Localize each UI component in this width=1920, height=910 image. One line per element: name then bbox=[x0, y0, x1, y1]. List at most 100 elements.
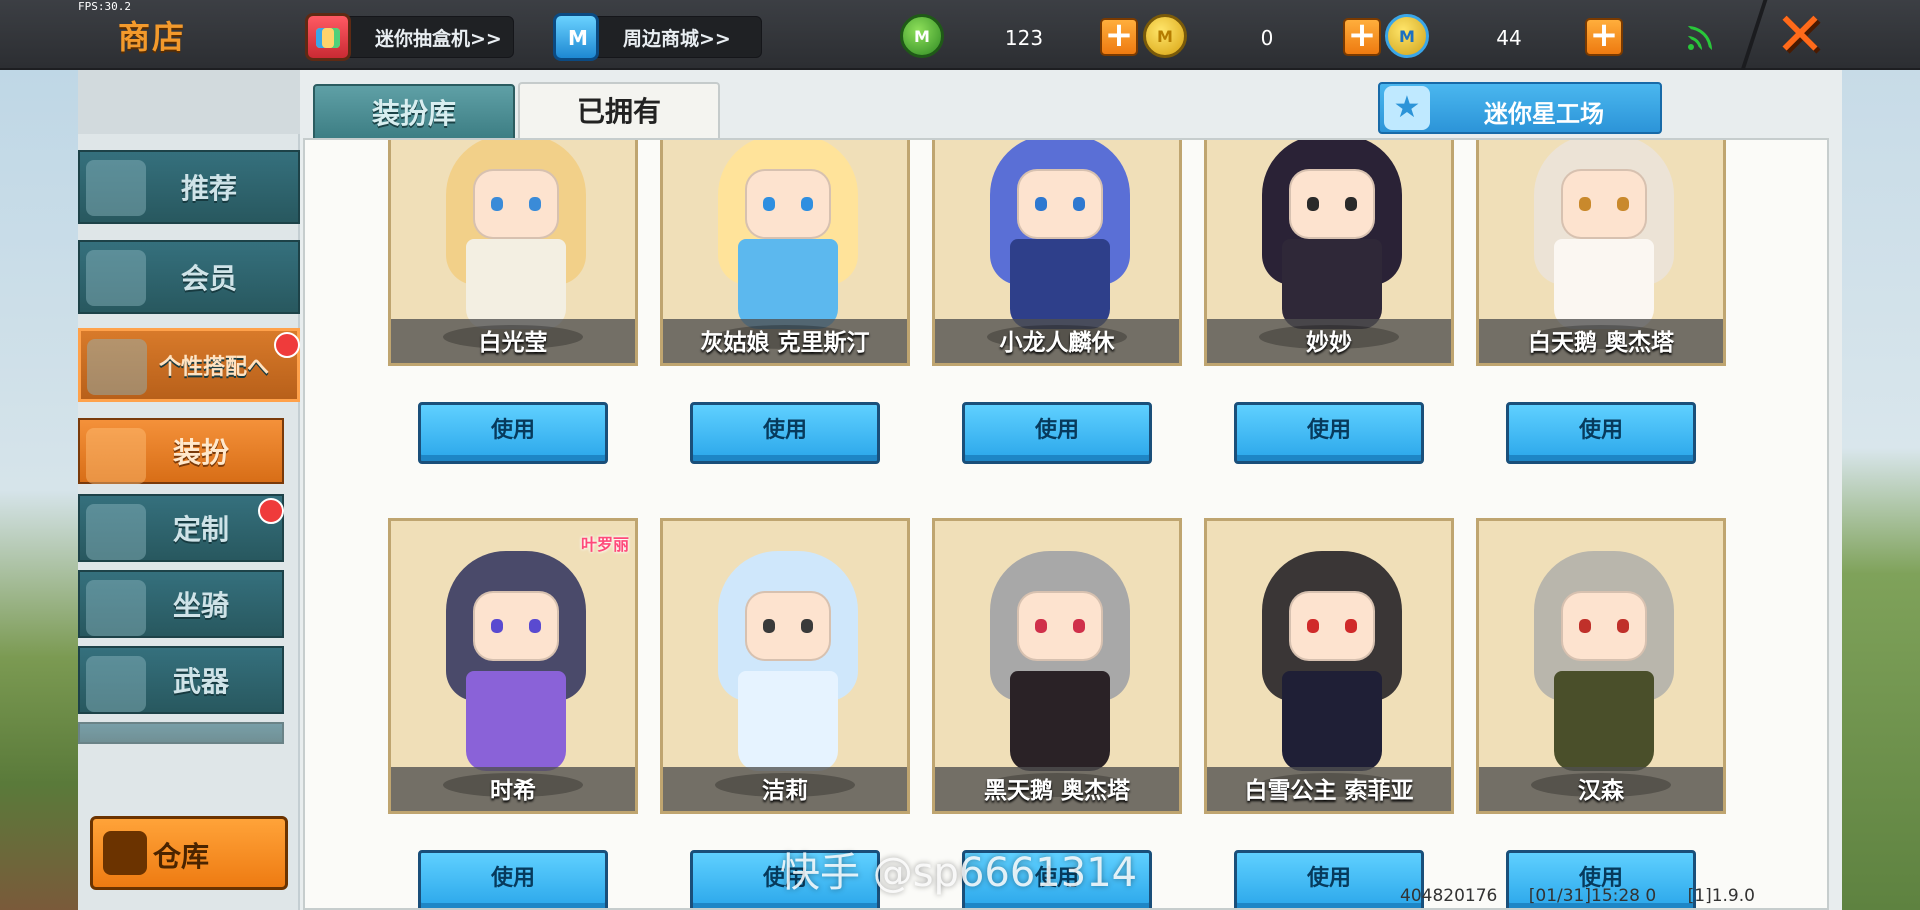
skin-card[interactable]: 白雪公主 索菲亚 bbox=[1204, 518, 1454, 814]
page-title: 商店 bbox=[118, 18, 187, 56]
character-portrait bbox=[1479, 140, 1723, 329]
add-currency-button[interactable]: + bbox=[1100, 18, 1138, 56]
skin-card[interactable]: 叶罗丽 时希 bbox=[388, 518, 638, 814]
add-currency-button[interactable]: + bbox=[1343, 18, 1381, 56]
skin-card[interactable]: 灰姑娘 克里斯汀 bbox=[660, 140, 910, 366]
sidebar-item-label: 坐骑 bbox=[172, 589, 229, 622]
character-portrait bbox=[935, 521, 1179, 773]
character-body bbox=[1282, 239, 1382, 329]
sidebar-item-weapons[interactable]: 武器 bbox=[78, 646, 284, 714]
divider bbox=[1740, 0, 1768, 70]
character-portrait bbox=[391, 140, 635, 329]
character-body bbox=[466, 671, 566, 771]
notification-dot bbox=[274, 332, 300, 358]
sidebar-item-personal-style[interactable]: 个性搭配へ bbox=[78, 328, 300, 402]
character-portrait bbox=[1207, 140, 1451, 329]
skin-name: 白雪公主 索菲亚 bbox=[1244, 778, 1414, 804]
skin-card[interactable]: 洁莉 bbox=[660, 518, 910, 814]
sidebar: 推荐 会员 个性搭配へ 装扮 定制 坐骑 武器 仓库 bbox=[78, 70, 300, 910]
star-icon: ★ bbox=[1384, 86, 1430, 130]
sidebar-item-label: 个性搭配へ bbox=[158, 355, 269, 380]
character-body bbox=[738, 239, 838, 329]
sidebar-item-mounts[interactable]: 坐骑 bbox=[78, 570, 284, 638]
character-body bbox=[1010, 671, 1110, 771]
green-coin-icon: M bbox=[900, 14, 944, 58]
character-eyes bbox=[487, 197, 545, 211]
star-coin-icon: M bbox=[1385, 14, 1429, 58]
skin-card[interactable]: 白光莹 bbox=[388, 140, 638, 366]
character-body bbox=[1554, 239, 1654, 329]
add-currency-button[interactable]: + bbox=[1585, 18, 1623, 56]
skin-card[interactable]: 小龙人麟休 bbox=[932, 140, 1182, 366]
notification-dot bbox=[258, 498, 284, 524]
character-eyes bbox=[1031, 619, 1089, 633]
sidebar-item-outfits[interactable]: 装扮 bbox=[78, 418, 284, 484]
skin-card[interactable]: 妙妙 bbox=[1204, 140, 1454, 366]
character-body bbox=[1010, 239, 1110, 329]
mini-star-workshop-button[interactable]: ★ 迷你星工场 bbox=[1378, 82, 1662, 134]
sidebar-item-custom[interactable]: 定制 bbox=[78, 494, 284, 562]
sidebar-item-label: 会员 bbox=[180, 262, 237, 295]
skin-name: 白光莹 bbox=[478, 330, 548, 356]
sidebar-item-recommend[interactable]: 推荐 bbox=[78, 150, 300, 224]
sidebar-item-label: 定制 bbox=[172, 513, 229, 546]
workshop-label: 迷你星工场 bbox=[1484, 100, 1604, 128]
chest-icon bbox=[103, 831, 147, 875]
tab-owned[interactable]: 已拥有 bbox=[518, 82, 720, 140]
gacha-button[interactable]: 迷你抽盒机>> bbox=[305, 13, 514, 61]
skin-name: 白天鹅 奥杰塔 bbox=[1527, 330, 1674, 356]
skin-card[interactable]: 白天鹅 奥杰塔 bbox=[1476, 140, 1726, 366]
skin-name: 灰姑娘 克里斯汀 bbox=[700, 330, 870, 356]
sidebar-item-label: 武器 bbox=[172, 665, 229, 698]
use-button[interactable]: 使用 bbox=[690, 402, 880, 464]
skin-name: 妙妙 bbox=[1306, 330, 1352, 356]
shopping-bag-icon bbox=[553, 13, 599, 61]
currency-value: 0 bbox=[1260, 26, 1274, 50]
sidebar-item-partial[interactable] bbox=[78, 722, 284, 744]
use-button[interactable]: 使用 bbox=[962, 402, 1152, 464]
use-button[interactable]: 使用 bbox=[418, 850, 608, 908]
character-eyes bbox=[1031, 197, 1089, 211]
use-button[interactable]: 使用 bbox=[1506, 402, 1696, 464]
use-button[interactable]: 使用 bbox=[1234, 402, 1424, 464]
character-portrait bbox=[1207, 521, 1451, 773]
character-portrait bbox=[391, 521, 635, 773]
use-button[interactable]: 使用 bbox=[418, 402, 608, 464]
character-eyes bbox=[759, 197, 817, 211]
wifi-signal-icon bbox=[1688, 26, 1712, 50]
character-portrait bbox=[663, 140, 907, 329]
player-id: 404820176 bbox=[1400, 886, 1498, 906]
warehouse-button[interactable]: 仓库 bbox=[90, 816, 288, 890]
skin-name: 时希 bbox=[490, 778, 536, 804]
background-scenery-left bbox=[0, 70, 80, 910]
character-body bbox=[466, 239, 566, 329]
sidebar-header bbox=[78, 70, 300, 134]
character-eyes bbox=[1303, 619, 1361, 633]
character-portrait bbox=[935, 140, 1179, 329]
character-eyes bbox=[487, 619, 545, 633]
skin-card[interactable]: 汉森 bbox=[1476, 518, 1726, 814]
merch-mall-button[interactable]: 周边商城>> bbox=[553, 13, 762, 61]
sidebar-item-vip[interactable]: 会员 bbox=[78, 240, 300, 314]
character-eyes bbox=[1575, 197, 1633, 211]
skin-name: 洁莉 bbox=[762, 778, 808, 804]
top-bar: FPS:30.2 商店 迷你抽盒机>> 周边商城>> M 123 + M 0 +… bbox=[0, 0, 1920, 70]
warehouse-label: 仓库 bbox=[153, 840, 210, 873]
gold-coin-icon: M bbox=[1143, 14, 1187, 58]
character-body bbox=[1554, 671, 1654, 771]
skin-name: 汉森 bbox=[1578, 778, 1624, 804]
skin-name: 小龙人麟休 bbox=[999, 330, 1115, 356]
use-button[interactable]: 使用 bbox=[1234, 850, 1424, 908]
skin-card[interactable]: 黑天鹅 奥杰塔 bbox=[932, 518, 1182, 814]
currency-value: 123 bbox=[1004, 26, 1044, 50]
tab-library[interactable]: 装扮库 bbox=[313, 84, 515, 140]
sidebar-item-label: 推荐 bbox=[180, 172, 237, 205]
close-icon[interactable]: ✕ bbox=[1768, 5, 1832, 66]
footer-info: 404820176 [01/31]15:28 0 [1]1.9.0 bbox=[1400, 886, 1781, 906]
character-body bbox=[738, 671, 838, 771]
character-body bbox=[1282, 671, 1382, 771]
sidebar-item-label: 装扮 bbox=[172, 436, 229, 469]
skin-name: 黑天鹅 奥杰塔 bbox=[983, 778, 1130, 804]
character-portrait bbox=[1479, 521, 1723, 773]
timestamp: [01/31]15:28 0 bbox=[1528, 886, 1657, 906]
